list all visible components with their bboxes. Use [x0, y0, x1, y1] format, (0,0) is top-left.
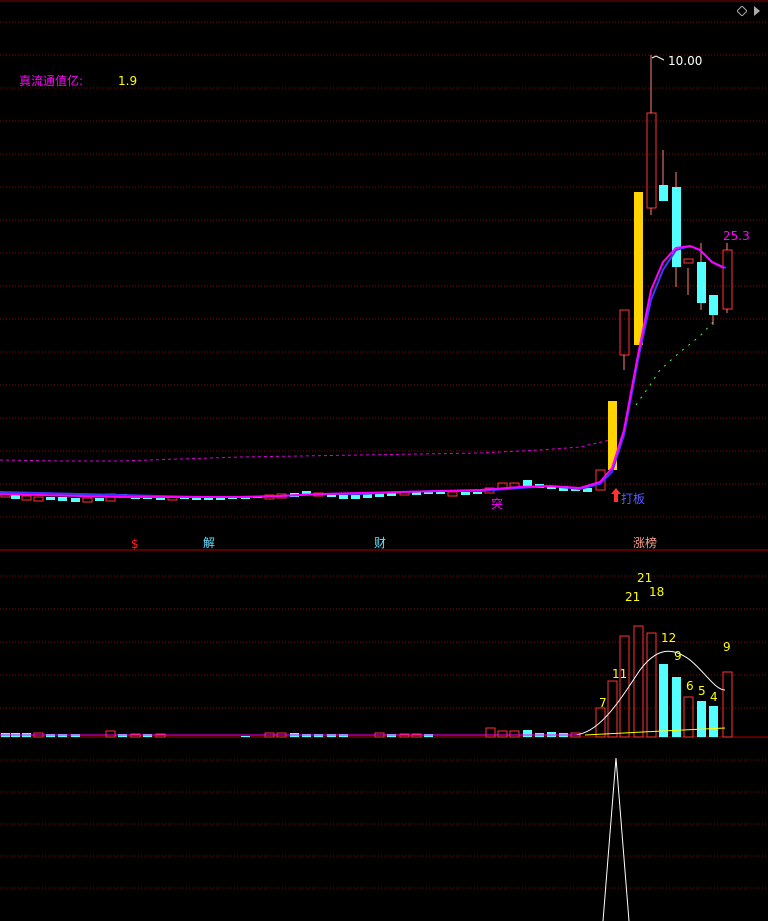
candle-up	[646, 112, 657, 209]
volume-bar-up	[619, 635, 630, 738]
up-arrow-icon	[611, 488, 621, 502]
daban-signal-label: 打板	[621, 492, 646, 506]
scroll-arrow-icon[interactable]	[752, 6, 762, 16]
ma-dashed-segment	[635, 319, 716, 406]
volume-bar-down	[241, 736, 250, 737]
candle-down	[58, 497, 67, 501]
indicator-value: 1.9	[118, 74, 138, 88]
ma-magenta-line	[0, 244, 725, 498]
volume-label: 9	[723, 640, 731, 654]
candle-up	[619, 309, 630, 356]
volume-bar-up	[646, 632, 657, 738]
volume-bar-up	[633, 625, 644, 738]
ma-blue-line	[0, 244, 727, 498]
volume-bar-up	[509, 730, 520, 738]
stock-chart-window: 真流通值亿: 1.9 10.00 25.3 突 打板 $ 解 财 涨榜 7 11…	[0, 0, 768, 921]
candle-up	[33, 496, 44, 502]
volume-label: 21	[637, 571, 653, 585]
candle-down	[46, 497, 55, 500]
volume-label: 7	[599, 696, 607, 710]
volume-bar-up	[497, 730, 508, 738]
candle-down	[461, 492, 470, 495]
candle-up	[447, 491, 458, 497]
candle-down	[709, 295, 718, 315]
candle-down	[11, 495, 20, 499]
ma-end-label: 25.3	[723, 229, 750, 243]
diamond-icon[interactable]	[737, 6, 747, 16]
max-price-marker	[651, 55, 665, 61]
volume-label: 18	[649, 585, 665, 599]
candle-down	[351, 495, 360, 499]
volume-bar-up	[485, 727, 496, 738]
volume-label: 9	[674, 649, 682, 663]
volume-bar-up	[105, 730, 116, 738]
volume-label: 11	[612, 667, 628, 681]
candle-down	[95, 498, 104, 501]
candle-down	[697, 262, 706, 303]
candle-up	[683, 258, 694, 264]
candle-down	[339, 495, 348, 499]
max-price-label: 10.00	[668, 54, 703, 68]
event-marker-jie[interactable]: 解	[203, 536, 215, 550]
signal-spike	[602, 757, 630, 921]
candle-up	[722, 249, 733, 310]
event-marker-dollar[interactable]: $	[131, 537, 139, 551]
volume-label: 5	[698, 684, 706, 698]
volume-label: 6	[686, 679, 694, 693]
volume-label: 4	[710, 690, 718, 704]
candle-up	[82, 497, 93, 503]
volume-bar-down	[672, 677, 681, 737]
volume-bar-up	[722, 671, 733, 738]
volume-bar-down	[659, 664, 668, 737]
ma-long-dashed-line	[0, 439, 611, 462]
event-marker-zhangbang[interactable]: 涨榜	[633, 536, 657, 550]
volume-bar-up	[683, 696, 694, 738]
candle-up	[21, 495, 32, 501]
volume-bar-down	[697, 701, 706, 737]
price-chart[interactable]	[0, 0, 768, 921]
volume-bar-down	[523, 730, 532, 737]
candle-down	[659, 185, 668, 201]
candle-down	[71, 498, 80, 502]
indicator-label: 真流通值亿:	[19, 74, 84, 88]
event-marker-cai[interactable]: 财	[374, 536, 386, 550]
volume-label: 21	[625, 590, 641, 604]
volume-label: 12	[661, 631, 677, 645]
volume-bar-down	[709, 706, 718, 737]
candle-limit-up	[634, 192, 643, 345]
tu-signal-label: 突	[491, 497, 504, 511]
